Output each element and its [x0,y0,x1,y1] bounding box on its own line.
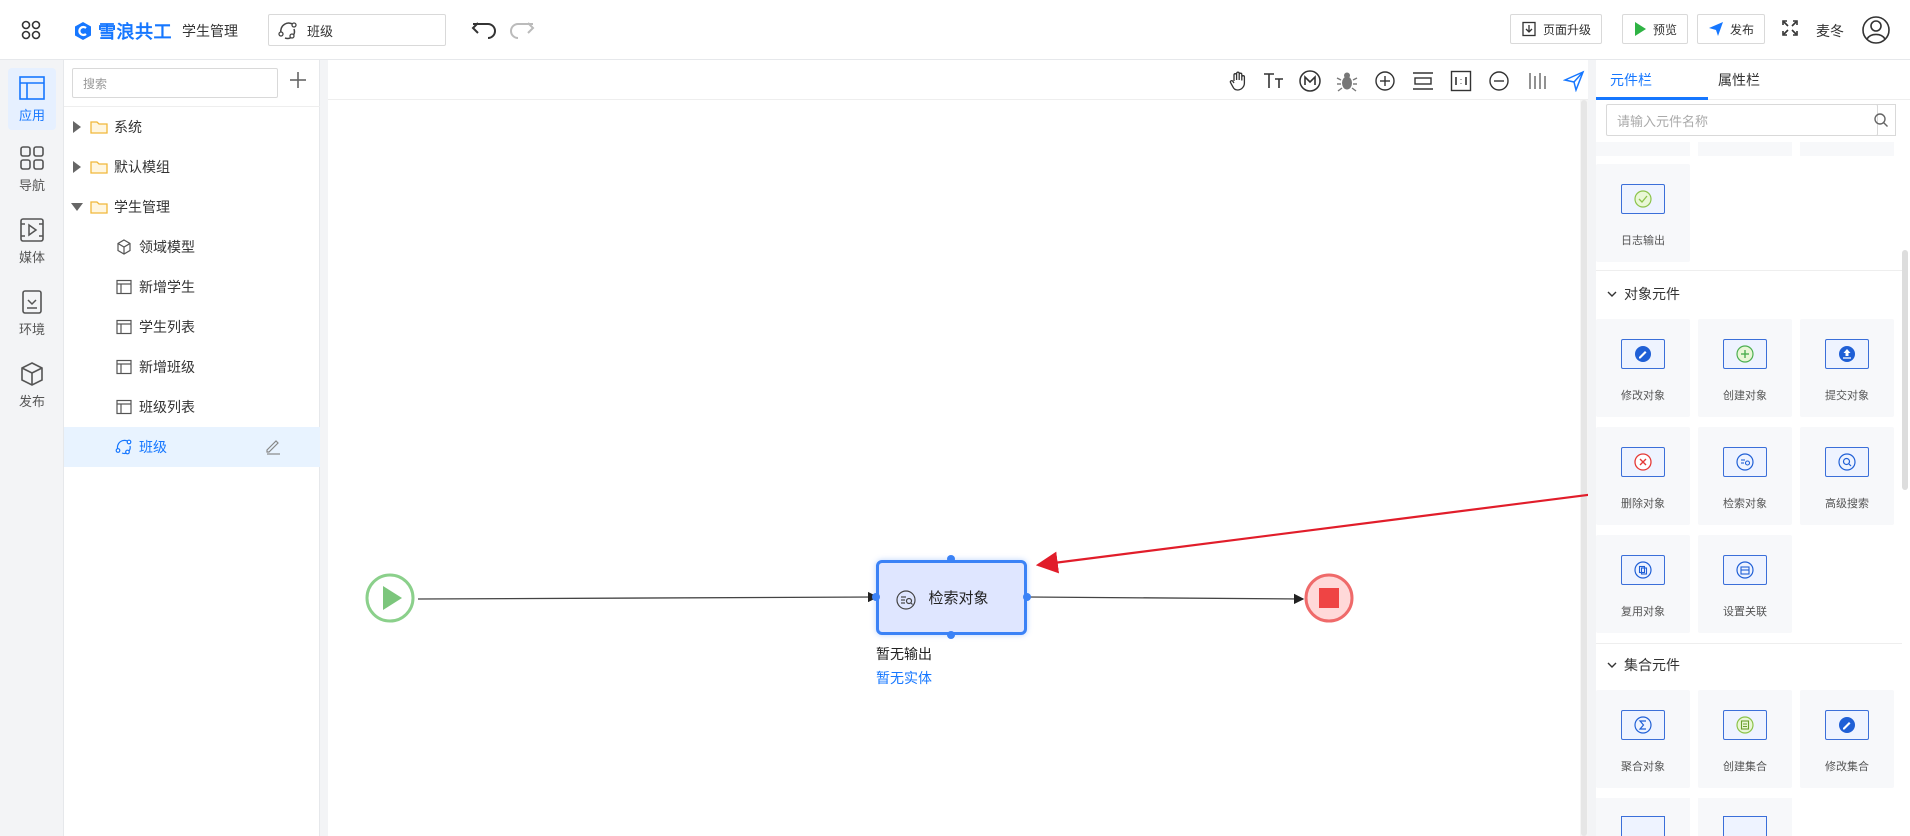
card-label: 删除对象 [1621,498,1665,510]
tab-components[interactable]: 元件栏 [1610,70,1652,90]
component-search-input[interactable]: 请输入元件名称 [1606,104,1878,136]
sigma-icon [1621,710,1665,740]
component-card-submit-object[interactable]: 提交对象 [1800,319,1894,417]
card-partial[interactable] [1698,798,1792,836]
right-splitter[interactable] [1588,60,1596,836]
node-handle-right[interactable] [1023,593,1031,601]
node-handle-bottom[interactable] [947,631,955,639]
card-partial[interactable] [1698,142,1792,156]
card-partial[interactable] [1800,142,1894,156]
node-output-text: 暂无输出 [876,646,932,662]
search-icon[interactable] [1866,104,1896,136]
component-card-advanced-search[interactable]: 高级搜索 [1800,427,1894,525]
component-card-modify-object[interactable]: 修改对象 [1596,319,1690,417]
active-tab-indicator [1596,97,1708,100]
card-label: 日志输出 [1621,235,1665,247]
card-label: 复用对象 [1621,606,1665,618]
component-card-search-object[interactable]: 检索对象 [1698,427,1792,525]
chevron-down-icon [1607,291,1617,297]
panel-tabs: 元件栏 属性栏 [1596,60,1910,100]
component-card-set-relation[interactable]: 设置关联 [1698,535,1792,633]
chevron-down-icon [1607,662,1617,668]
connector-start-to-node[interactable] [417,591,879,603]
component-card-delete-object[interactable]: 删除对象 [1596,427,1690,525]
panel-scrollbar[interactable] [1902,250,1908,490]
card-label: 高级搜索 [1825,498,1869,510]
card-label: 修改对象 [1621,390,1665,402]
advanced-search-icon [1825,447,1869,477]
component-card-log-output[interactable]: 日志输出 [1596,164,1690,262]
end-node[interactable] [1304,573,1354,623]
card-partial-icon [1621,816,1665,836]
card-label: 提交对象 [1825,390,1869,402]
start-node[interactable] [365,573,415,623]
partially-visible-cards [1596,142,1902,158]
node-label: 检索对象 [928,590,989,607]
create-collection-icon [1723,710,1767,740]
search-object-icon [1723,447,1767,477]
component-card-aggregate-object[interactable]: 聚合对象 [1596,690,1690,788]
component-card-reuse-object[interactable]: 复用对象 [1596,535,1690,633]
reuse-icon [1621,555,1665,585]
component-card-modify-collection[interactable]: 修改集合 [1800,690,1894,788]
component-panel: 元件栏 属性栏 请输入元件名称 日志输出 对象元件 修改对象 创建对象 提交对象… [1596,60,1910,836]
plus-circle-icon [1723,339,1767,369]
card-label: 设置关联 [1723,606,1767,618]
section-title: 集合元件 [1624,657,1680,673]
divider [1596,643,1902,644]
tab-properties[interactable]: 属性栏 [1718,70,1760,90]
node-handle-top[interactable] [947,555,955,563]
card-partial-icon [1723,816,1767,836]
card-partial[interactable] [1596,142,1690,156]
card-label: 检索对象 [1723,498,1767,510]
card-label: 修改集合 [1825,761,1869,773]
card-partial[interactable] [1596,798,1690,836]
card-label: 聚合对象 [1621,761,1665,773]
component-card-create-collection[interactable]: 创建集合 [1698,690,1792,788]
relation-icon [1723,555,1767,585]
delete-circle-icon [1621,447,1665,477]
log-output-icon [1621,184,1665,214]
divider [1596,270,1902,271]
section-header-collection[interactable]: 集合元件 [1606,647,1902,683]
edit-object-icon [1621,339,1665,369]
search-object-node[interactable]: 检索对象 [876,560,1027,635]
upload-icon [1825,339,1869,369]
card-label: 创建对象 [1723,390,1767,402]
connector-node-to-end[interactable] [1027,593,1305,605]
section-header-object[interactable]: 对象元件 [1606,276,1902,312]
node-entity-link[interactable]: 暂无实体 [876,668,932,688]
component-card-create-object[interactable]: 创建对象 [1698,319,1792,417]
section-title: 对象元件 [1624,286,1680,302]
search-object-icon [896,590,916,610]
card-label: 创建集合 [1723,761,1767,773]
node-handle-left[interactable] [872,593,880,601]
edit-collection-icon [1825,710,1869,740]
